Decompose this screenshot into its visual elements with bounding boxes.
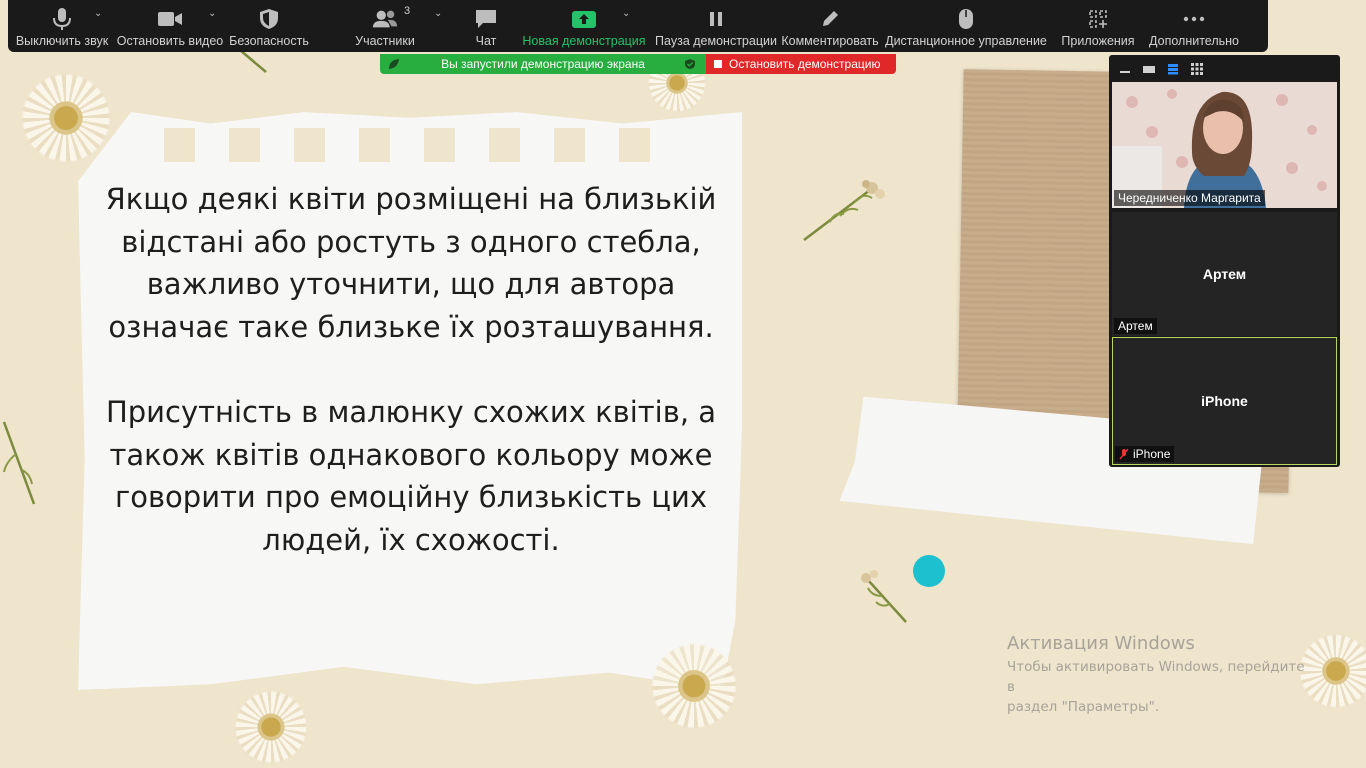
stop-video-label: Остановить видео (116, 34, 224, 48)
stop-share-label: Остановить демонстрацию (729, 57, 881, 71)
more-dots-icon (1181, 6, 1207, 32)
security-button[interactable]: Безопасность (226, 0, 312, 52)
watermark-title: Активация Windows (1007, 633, 1195, 654)
participant-tile-iphone[interactable]: iPhone iPhone (1112, 337, 1337, 465)
remote-control-label: Дистанционное управление (885, 34, 1047, 48)
watermark-line-1: Чтобы активировать Windows, перейдите в (1007, 659, 1305, 695)
slide-text-block: Якщо деякі квіти розміщені на близькій в… (96, 178, 726, 562)
stop-video-button[interactable]: ⌄ Остановить видео (114, 0, 226, 52)
pointer-highlight (913, 555, 945, 587)
daisy-flower-icon (232, 688, 310, 766)
video-camera-icon (157, 6, 183, 32)
share-screen-icon (571, 6, 597, 32)
participant-display-name: Артем (1202, 266, 1247, 282)
strip-view-icon[interactable] (1166, 63, 1180, 75)
watermark-line-2: раздел "Параметры". (1007, 699, 1160, 715)
participants-icon (372, 6, 398, 32)
daisy-flower-icon (648, 640, 740, 732)
chat-button[interactable]: Чат (458, 0, 514, 52)
shield-check-icon (685, 59, 695, 69)
more-button[interactable]: Дополнительно (1146, 0, 1242, 52)
chat-bubble-icon (473, 6, 499, 32)
participant-tile-artem[interactable]: Артем Артем (1112, 212, 1337, 336)
screen-share-banner: Вы запустили демонстрацию экрана Останов… (380, 54, 896, 74)
view-switcher (1109, 55, 1340, 82)
more-label: Дополнительно (1149, 34, 1239, 48)
dried-flower-sprig-icon (2, 421, 36, 505)
mute-button[interactable]: ⌄ Выключить звук (10, 0, 114, 52)
minimize-icon[interactable] (1118, 63, 1132, 75)
participant-name-label: iPhone (1115, 446, 1175, 462)
video-gallery-panel: Чередниченко Маргарита Артем Артем iPhon… (1109, 55, 1340, 467)
participant-name-label: Артем (1114, 318, 1157, 334)
dried-flower-sprig-icon (861, 570, 907, 623)
leaf-icon (389, 59, 399, 69)
share-status-pill[interactable]: Вы запустили демонстрацию экрана (380, 54, 706, 74)
pause-icon (703, 6, 729, 32)
pencil-icon (817, 6, 843, 32)
mute-label: Выключить звук (15, 34, 109, 48)
chevron-down-icon[interactable]: ⌄ (94, 8, 102, 19)
participants-label: Участники (355, 34, 415, 48)
new-share-button[interactable]: ⌄ Новая демонстрация (514, 0, 654, 52)
meeting-toolbar: ⌄ Выключить звук ⌄ Остановить видео Безо… (8, 0, 1268, 52)
participant-video-tile[interactable]: Чередниченко Маргарита (1112, 82, 1337, 208)
shield-icon (256, 6, 282, 32)
muted-microphone-icon (1119, 448, 1129, 460)
chevron-down-icon[interactable]: ⌄ (622, 8, 630, 19)
slide-paragraph-1: Якщо деякі квіти розміщені на близькій в… (105, 182, 717, 345)
apps-label: Приложения (1061, 34, 1135, 48)
dried-flower-sprig-icon (803, 180, 885, 241)
single-view-icon[interactable] (1142, 63, 1156, 75)
annotate-button[interactable]: Комментировать (778, 0, 882, 52)
chat-label: Чат (475, 34, 497, 48)
participants-button[interactable]: 3 ⌄ Участники (312, 0, 458, 52)
daisy-flower-icon (1300, 628, 1366, 714)
security-label: Безопасность (229, 34, 309, 48)
windows-activation-watermark: Активация Windows Чтобы активировать Win… (1007, 633, 1307, 717)
chevron-down-icon[interactable]: ⌄ (208, 8, 216, 19)
remote-control-button[interactable]: Дистанционное управление (882, 0, 1050, 52)
stop-square-icon (714, 60, 722, 68)
grid-view-icon[interactable] (1190, 62, 1204, 75)
pause-share-button[interactable]: Пауза демонстрации (654, 0, 778, 52)
slide-paragraph-2: Присутність в малюнку схожих квітів, а т… (105, 394, 717, 557)
daisy-flower-icon (18, 70, 114, 166)
share-status-text: Вы запустили демонстрацию экрана (441, 57, 645, 71)
pause-share-label: Пауза демонстрации (655, 34, 777, 48)
apps-icon (1085, 6, 1111, 32)
chevron-down-icon[interactable]: ⌄ (434, 8, 442, 19)
apps-button[interactable]: Приложения (1050, 0, 1146, 52)
microphone-icon (49, 6, 75, 32)
participant-display-name: iPhone (1201, 393, 1248, 409)
new-share-label: Новая демонстрация (522, 34, 646, 48)
participants-count-badge: 3 (404, 5, 411, 17)
stop-share-button[interactable]: Остановить демонстрацию (706, 54, 896, 74)
notebook-holes (164, 128, 724, 162)
annotate-label: Комментировать (781, 34, 879, 48)
participant-name-text: iPhone (1133, 447, 1171, 461)
mouse-icon (953, 6, 979, 32)
participant-name-label: Чередниченко Маргарита (1114, 190, 1265, 206)
